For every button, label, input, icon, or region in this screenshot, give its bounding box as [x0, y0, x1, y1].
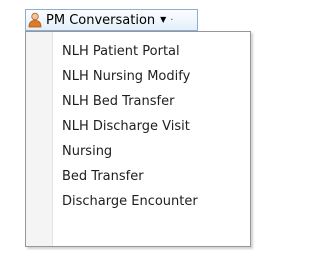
menu-item-nlh-discharge-visit[interactable]: NLH Discharge Visit — [26, 114, 250, 139]
pm-conversation-label: PM Conversation — [46, 12, 156, 28]
separator-dot: · — [170, 14, 174, 26]
pm-conversation-menu: NLH Patient Portal NLH Nursing Modify NL… — [25, 31, 251, 247]
menu-item-nursing[interactable]: Nursing — [26, 139, 250, 164]
menu-list: NLH Patient Portal NLH Nursing Modify NL… — [26, 39, 250, 214]
person-icon — [28, 12, 42, 28]
menu-item-nlh-patient-portal[interactable]: NLH Patient Portal — [26, 39, 250, 64]
chevron-down-icon: ▼ — [160, 15, 167, 24]
menu-item-nlh-bed-transfer[interactable]: NLH Bed Transfer — [26, 89, 250, 114]
menu-item-discharge-encounter[interactable]: Discharge Encounter — [26, 189, 250, 214]
pm-conversation-button[interactable]: PM Conversation ▼ · — [25, 9, 198, 31]
menu-item-bed-transfer[interactable]: Bed Transfer — [26, 164, 250, 189]
menu-item-nlh-nursing-modify[interactable]: NLH Nursing Modify — [26, 64, 250, 89]
